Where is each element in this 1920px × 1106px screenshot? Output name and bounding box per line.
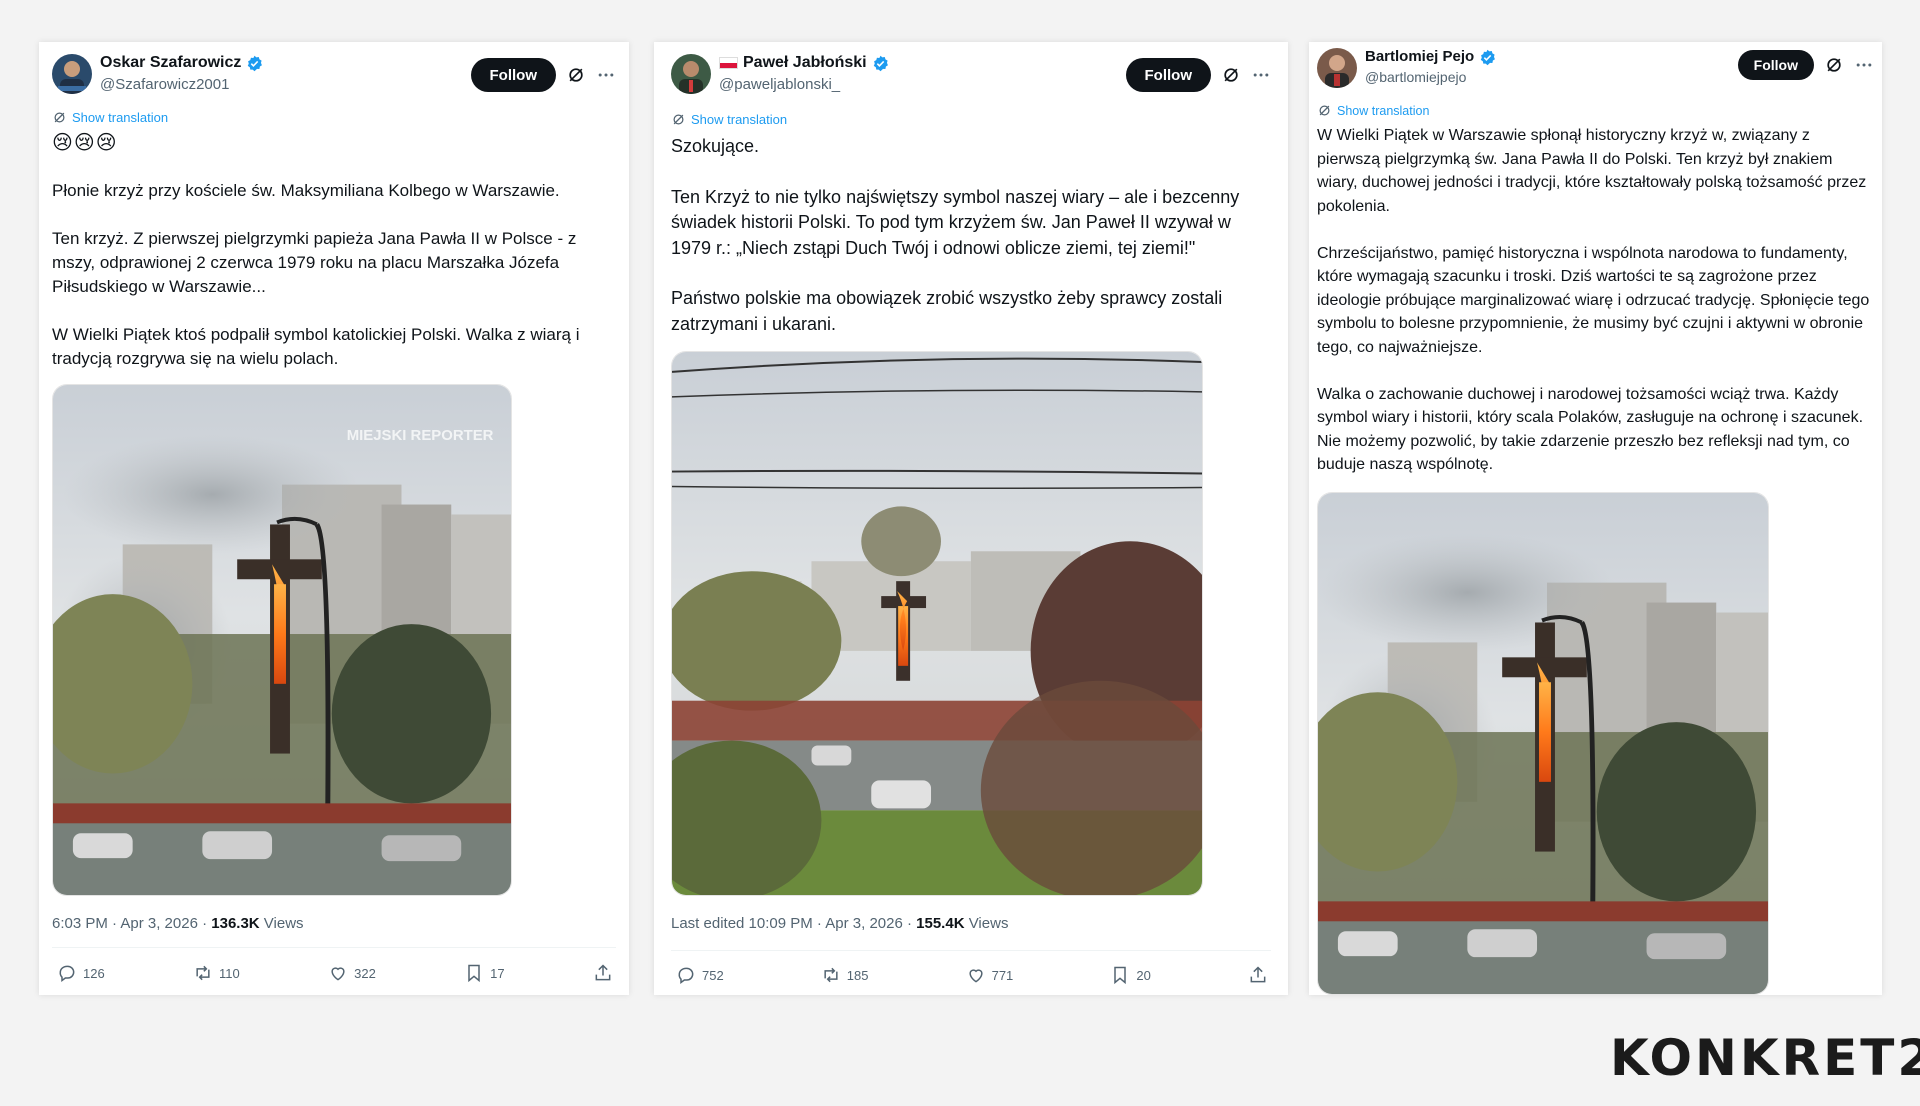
repost-button[interactable]: 185: [821, 965, 869, 985]
translate-icon: [1319, 105, 1330, 116]
more-icon[interactable]: [1854, 55, 1874, 75]
follow-button[interactable]: Follow: [1125, 58, 1211, 92]
like-button[interactable]: 322: [328, 963, 376, 983]
reply-count: 126: [83, 965, 105, 981]
bookmark-count: 17: [490, 965, 505, 981]
repost-button[interactable]: 110: [193, 963, 240, 983]
tweet-text: Szokujące. Ten Krzyż to nie tylko najświ…: [671, 134, 1271, 337]
author-block: Paweł Jabłoński @paweljablonski_: [719, 53, 889, 95]
reply-button[interactable]: 752: [676, 965, 724, 985]
tweet-paragraph: Państwo polskie ma obowiązek zrobić wszy…: [671, 288, 1223, 334]
tweet-paragraph: Chrześcijaństwo, pamięć historyczna i ws…: [1317, 244, 1870, 356]
repost-count: 110: [219, 965, 240, 981]
tweet-paragraph: Szokujące.: [671, 136, 760, 156]
header-actions: Follow: [1125, 58, 1272, 92]
more-icon[interactable]: [596, 65, 616, 85]
follow-button[interactable]: Follow: [1737, 50, 1814, 80]
reply-count: 752: [702, 967, 724, 983]
bookmark-icon: [468, 964, 480, 983]
retweet-icon: [196, 965, 210, 981]
views-label: Views: [964, 915, 1009, 932]
author-handle[interactable]: @Szafarowicz2001: [100, 75, 263, 95]
translate-icon: [54, 112, 65, 123]
like-button[interactable]: 771: [966, 965, 1014, 985]
show-translation-link[interactable]: Show translation: [671, 112, 787, 127]
tweet-header: Bartlomiej Pejo @bartlomiejpejo Follow: [1317, 46, 1874, 90]
tweet-card: Paweł Jabłoński @paweljablonski_ Follow …: [654, 42, 1288, 995]
header-actions: Follow: [1737, 50, 1874, 80]
avatar[interactable]: [1317, 48, 1357, 88]
like-icon: [331, 967, 345, 981]
tweet-paragraph: Ten krzyż. Z pierwszej pielgrzymki papie…: [52, 229, 577, 296]
tweet-paragraph: Płonie krzyż przy kościele św. Maksymili…: [52, 181, 560, 200]
views-label: Views: [259, 915, 304, 932]
bookmark-button[interactable]: 17: [464, 963, 505, 983]
divider: [52, 947, 616, 948]
reply-button[interactable]: 126: [57, 963, 105, 983]
verified-badge-icon: [1480, 49, 1496, 65]
tweet-timestamp[interactable]: Last edited 10:09 PM · Apr 3, 2026 · 155…: [671, 915, 1008, 932]
verified-badge-icon: [248, 55, 263, 71]
reply-icon: [59, 965, 75, 982]
views-count: 155.4K: [916, 915, 965, 932]
grok-icon[interactable]: [566, 65, 586, 85]
tweet-text: 😢😢😢 Płonie krzyż przy kościele św. Maksy…: [52, 131, 617, 371]
bookmark-count: 20: [1136, 967, 1151, 983]
tweet-card: Bartlomiej Pejo @bartlomiejpejo Follow S…: [1309, 42, 1882, 995]
tweet-photo[interactable]: [1317, 492, 1769, 995]
tweet-header: Paweł Jabłoński @paweljablonski_ Follow: [671, 52, 1271, 96]
follow-button[interactable]: Follow: [470, 58, 556, 92]
avatar[interactable]: [52, 54, 92, 94]
like-count: 322: [354, 965, 376, 981]
retweet-icon: [824, 967, 838, 983]
tweet-emoji: 😢😢😢: [52, 132, 118, 154]
tweet-paragraph: Walka o zachowanie duchowej i narodowej …: [1317, 385, 1864, 474]
grok-icon[interactable]: [1221, 65, 1241, 85]
share-icon: [595, 964, 611, 981]
repost-count: 185: [846, 967, 869, 983]
more-icon[interactable]: [1251, 65, 1271, 85]
grok-icon[interactable]: [1824, 55, 1844, 75]
like-icon: [969, 969, 983, 983]
tweet-card: Oskar Szafarowicz @Szafarowicz2001 Follo…: [39, 42, 629, 995]
author-name[interactable]: Paweł Jabłoński: [743, 53, 867, 73]
tweet-photo[interactable]: MIEJSKI REPORTER: [52, 384, 512, 896]
poland-flag-icon: [719, 57, 738, 69]
tweet-actions: 752 185 771 20: [676, 965, 1268, 985]
verified-badge-icon: [873, 55, 888, 71]
show-translation-label: Show translation: [691, 112, 788, 127]
translate-icon: [673, 114, 684, 125]
author-block: Bartlomiej Pejo @bartlomiejpejo: [1365, 47, 1496, 87]
author-name[interactable]: Bartlomiej Pejo: [1365, 47, 1474, 67]
tweet-paragraph: W Wielki Piątek ktoś podpalił symbol kat…: [52, 325, 580, 368]
watermark-text: MIEJSKI REPORTER: [347, 427, 494, 444]
like-count: 771: [991, 967, 1014, 983]
bookmark-icon: [1114, 966, 1127, 985]
share-button[interactable]: [593, 963, 613, 983]
divider: [671, 950, 1271, 951]
bookmark-button[interactable]: 20: [1110, 965, 1151, 985]
author-block: Oskar Szafarowicz @Szafarowicz2001: [100, 53, 263, 95]
share-button[interactable]: [1248, 965, 1268, 985]
tweet-photo[interactable]: [671, 351, 1203, 896]
tweet-paragraph: W Wielki Piątek w Warszawie spłonął hist…: [1317, 127, 1867, 215]
show-translation-link[interactable]: Show translation: [52, 110, 168, 125]
views-count: 136.3K: [211, 915, 260, 932]
author-name[interactable]: Oskar Szafarowicz: [100, 53, 241, 73]
brand-logo: KONKRET24: [1610, 1029, 1920, 1087]
author-handle[interactable]: @paweljablonski_: [719, 75, 889, 95]
avatar[interactable]: [671, 54, 711, 94]
show-translation-label: Show translation: [1337, 103, 1430, 118]
tweet-paragraph: Ten Krzyż to nie tylko najświętszy symbo…: [671, 186, 1240, 258]
header-actions: Follow: [470, 58, 617, 92]
share-icon: [1250, 966, 1266, 983]
reply-icon: [678, 967, 694, 984]
author-handle[interactable]: @bartlomiejpejo: [1365, 67, 1496, 87]
tweet-text: W Wielki Piątek w Warszawie spłonął hist…: [1317, 124, 1877, 500]
tweet-actions: 126 110 322 17: [57, 963, 613, 983]
tweet-header: Oskar Szafarowicz @Szafarowicz2001 Follo…: [52, 52, 616, 96]
show-translation-link[interactable]: Show translation: [1317, 103, 1429, 118]
tweet-timestamp[interactable]: 6:03 PM · Apr 3, 2026 · 136.3K Views: [52, 915, 304, 932]
show-translation-label: Show translation: [72, 110, 169, 125]
